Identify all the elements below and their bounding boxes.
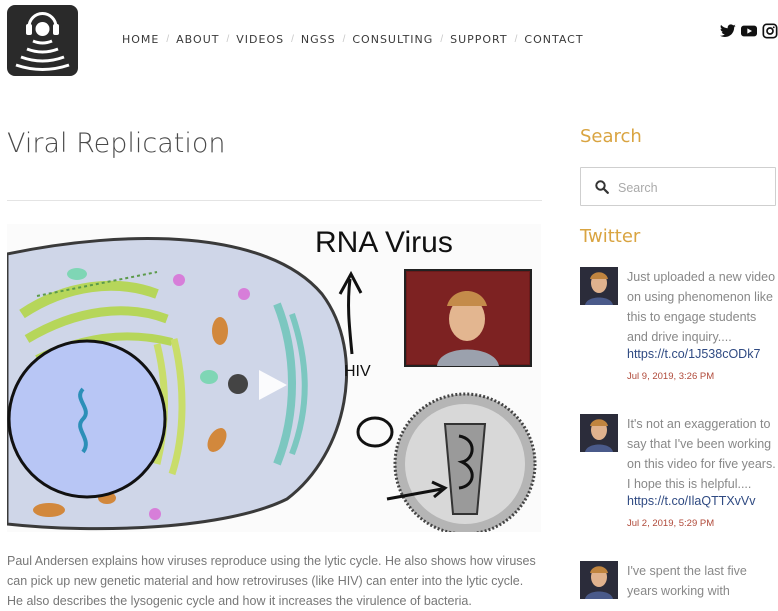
nav-about[interactable]: ABOUT [176,33,219,46]
youtube-icon[interactable] [741,24,757,38]
twitter-heading: Twitter [580,226,641,247]
nav-contact[interactable]: CONTACT [524,33,583,46]
tweet-item: I've spent the last five years working w… [580,561,778,600]
video-description: Paul Andersen explains how viruses repro… [7,554,536,608]
page-title: Viral Replication [7,128,226,159]
twitter-icon[interactable] [720,24,736,38]
tweet-link[interactable]: https://t.co/1J538cODk7 [627,347,760,361]
tweet-item: Just uploaded a new video on using pheno… [580,267,778,387]
nav-home[interactable]: HOME [122,33,159,46]
tweet-text: I've spent the last five years working w… [627,564,747,598]
nav-separator: / [342,34,346,45]
nav-separator: / [514,34,518,45]
nav-consulting[interactable]: CONSULTING [352,33,433,46]
nav-support[interactable]: SUPPORT [450,33,508,46]
headphones-icon [15,12,70,71]
avatar[interactable] [580,414,618,452]
tweet-text: It's not an exaggeration to say that I'v… [627,417,776,491]
nav-separator: / [440,34,444,45]
title-divider [7,200,542,201]
avatar[interactable] [580,561,618,599]
search-heading: Search [580,126,642,147]
search-field[interactable] [580,167,776,206]
tweet-link[interactable]: https://t.co/IlaQTTXvVv [627,494,756,508]
nav-separator: / [226,34,230,45]
tweet-date: Jul 2, 2019, 5:29 PM [627,518,715,529]
video-player[interactable]: RNA Virus HIV [7,224,541,532]
search-input[interactable] [616,177,770,199]
instagram-icon[interactable] [762,23,778,39]
tweet-text: Just uploaded a new video on using pheno… [627,270,776,344]
search-icon [595,180,609,194]
video-hiv-label: HIV [344,363,371,380]
nav-separator: / [291,34,294,45]
tweet-item: It's not an exaggeration to say that I'v… [580,414,778,534]
video-thumbnail [7,237,537,532]
avatar[interactable] [580,267,618,305]
nav-ngss[interactable]: NGSS [301,33,336,46]
nav-separator: / [166,34,170,45]
tweet-date: Jul 9, 2019, 3:26 PM [627,371,715,382]
site-logo[interactable] [7,5,78,76]
main-nav: HOME / ABOUT / VIDEOS / NGSS / CONSULTIN… [122,33,584,46]
video-overlay-title: RNA Virus [315,226,453,259]
nav-videos[interactable]: VIDEOS [236,33,284,46]
